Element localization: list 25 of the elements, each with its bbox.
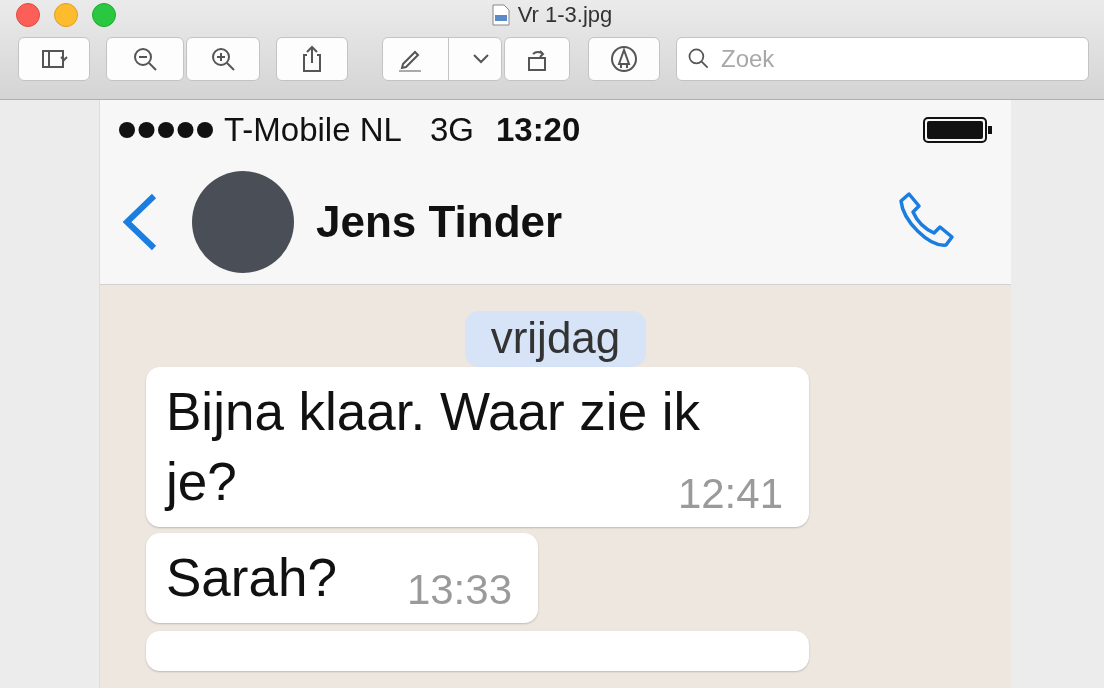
- zoom-out-button[interactable]: [106, 37, 184, 81]
- markup-button[interactable]: [588, 37, 660, 81]
- pen-tip-icon: [609, 44, 639, 74]
- message-time: 12:41: [677, 469, 783, 519]
- signal-icon: [118, 121, 214, 139]
- close-button[interactable]: [16, 3, 40, 27]
- battery-icon: [923, 117, 993, 143]
- markup-pen-button[interactable]: [382, 37, 502, 81]
- message-time: 13:33: [406, 565, 512, 615]
- document-icon: [491, 4, 510, 26]
- message-bubble: Sarah? 13:33: [146, 533, 538, 623]
- zoom-in-button[interactable]: [186, 37, 260, 81]
- search-field[interactable]: Zoek: [676, 37, 1089, 81]
- share-button[interactable]: [276, 37, 348, 81]
- date-label: vrijdag: [464, 311, 647, 367]
- rotate-button[interactable]: [504, 37, 570, 81]
- network-type: 3G: [429, 111, 474, 149]
- status-time: 13:20: [495, 111, 581, 149]
- window-title: Vr 1-3.jpg: [517, 2, 613, 28]
- carrier-name: T-Mobile NL: [224, 111, 402, 149]
- message-bubble: Bijna klaar. Waar zie ik je? 12:41: [146, 367, 809, 527]
- sidebar-button[interactable]: [18, 37, 90, 81]
- back-icon[interactable]: [122, 193, 158, 251]
- contact-name: Jens Tinder: [316, 197, 563, 247]
- chevron-down-icon: [473, 54, 490, 64]
